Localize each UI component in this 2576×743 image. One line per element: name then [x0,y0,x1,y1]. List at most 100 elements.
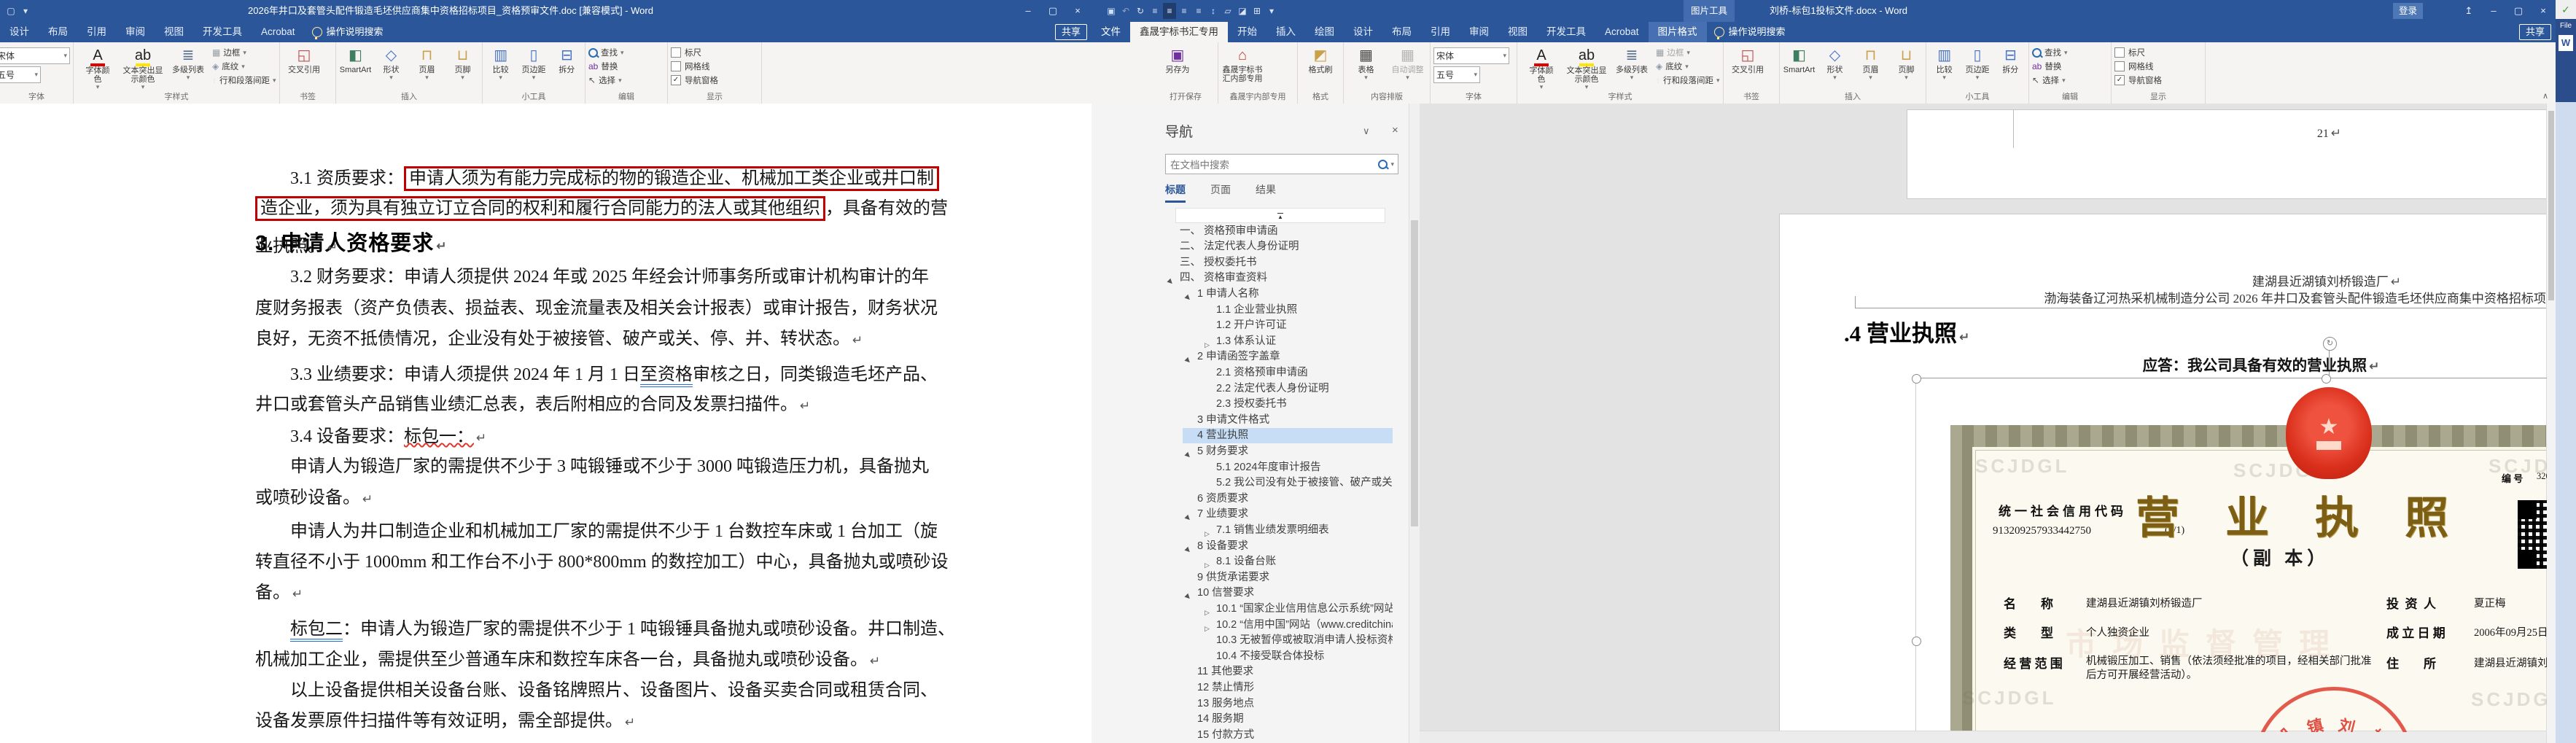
tab-文件[interactable]: 文件 [1092,22,1130,42]
button-拆分[interactable]: ⊟ 拆分 [1996,45,2026,74]
chevron-down-icon[interactable]: ∨ [1363,125,1370,137]
minimize-button[interactable]: – [1016,0,1040,22]
tab-引用[interactable]: 引用 [77,22,116,42]
button-交叉引用[interactable]: ◱ 交叉引用 [283,45,325,74]
nav-item[interactable]: ▶ 5 财务要求 [1165,444,1393,459]
handle-top-center[interactable] [2322,374,2331,384]
menu-icon[interactable]: ▾ [19,3,32,19]
nav-item[interactable]: 1.1 企业营业执照 [1165,303,1393,318]
tell-me-search[interactable]: 操作说明搜索 [305,22,391,42]
nav-item[interactable]: 一、 资格预审申请函 [1165,224,1393,239]
nav-item[interactable]: ▷ 8.1 设备台账 [1165,554,1393,569]
format-icon[interactable]: ◪ [1236,3,1249,19]
tab-开发工具[interactable]: 开发工具 [193,22,252,42]
button-表格[interactable]: ▦ 表格 ▾ [1347,45,1385,81]
rotate-handle[interactable]: ↻ [2323,337,2337,351]
tab-插入[interactable]: 插入 [1266,22,1305,42]
background-app-strip[interactable]: ✓ File W [2556,0,2576,743]
expand-triangle-icon[interactable]: ▷ [1205,558,1210,569]
nav-search-input[interactable]: 在文档中搜索 ▾ [1165,154,1398,174]
nav-item[interactable]: 5.2 我公司没有处于被接管、破产或关、停、… [1165,475,1393,491]
tab-绘图[interactable]: 绘图 [1305,22,1344,42]
save-icon[interactable]: ▣ [1105,3,1118,19]
redo-icon[interactable]: ↻ [1134,3,1147,19]
font-size-select[interactable]: 五号 ▾ [1433,66,1480,83]
expand-triangle-icon[interactable]: ▷ [1205,605,1210,617]
button-页眉[interactable]: ⊓ 页眉 ▾ [410,45,443,81]
nav-item[interactable]: ▶ 7 业绩要求 [1165,507,1393,522]
tab-图片格式[interactable]: 图片格式 [1648,22,1707,42]
nav-item[interactable]: ▷ 10.1 “国家企业信用信息公示系统”网站（ww… [1165,602,1393,617]
button-底纹[interactable]: ◈ 底纹 ▾ [212,61,276,72]
edit-icon[interactable]: ▱ [1221,3,1234,19]
button-多级列表[interactable]: ≣ 多级列表 ▾ [1611,45,1653,81]
button-形状[interactable]: ◇ 形状 ▾ [1818,45,1851,81]
button-边框[interactable]: ▦ 边框 ▾ [1656,47,1720,58]
tab-设计[interactable]: 设计 [0,22,39,42]
checkbox-网格线[interactable]: 网格线 [671,61,718,72]
button-查找[interactable]: 查找 ▾ [588,47,624,58]
button-字体颜色[interactable]: A 字体颜 色 ▾ [77,45,119,90]
tab-视图[interactable]: 视图 [155,22,193,42]
expand-triangle-icon[interactable]: ▷ [1205,526,1210,538]
font-size-select[interactable]: 五号 ▾ [0,66,41,83]
undo-icon[interactable]: ↶ [1119,3,1132,19]
tab-Acrobat[interactable]: Acrobat [252,22,305,42]
document-page-22[interactable]: 建湖县近湖镇刘桥锻造厂 ↵ 渤海装备辽河热采机械制造分公司 2026 年井口及套管头… [1779,214,2547,733]
nav-item[interactable]: 10.4 不接受联合体投标 [1165,649,1393,664]
nav-tab-页面[interactable]: 页面 [1210,182,1231,203]
right-doc-scrollbar[interactable] [2546,104,2556,743]
nav-item[interactable]: ▷ 1.3 体系认证 [1165,334,1393,349]
align-right-icon[interactable]: ≡ [1178,3,1191,19]
nav-item[interactable]: 12 禁止情形 [1165,680,1393,696]
nav-item[interactable]: 15 付款方式 [1165,728,1393,743]
minimize-button[interactable]: – [2481,0,2506,22]
collapse-triangle-icon[interactable]: ▶ [1181,511,1196,523]
button-拆分[interactable]: ⊟ 拆分 [552,45,582,74]
checkbox-网格线[interactable]: 网格线 [2114,61,2162,72]
nav-scrollbar[interactable] [1409,104,1420,743]
collapse-triangle-icon[interactable]: ▶ [1181,291,1196,302]
collapse-triangle-icon[interactable]: ▶ [1181,590,1196,602]
button-替换[interactable]: ab 替换 [588,61,624,72]
nav-item[interactable]: ▶ 四、 资格审查资料 [1165,271,1393,286]
restore-button[interactable]: ▢ [1040,0,1065,22]
button-行和段落间距[interactable]: ↕ 行和段落间距 ▾ [212,74,276,86]
share-button[interactable]: 共享 [1054,24,1087,40]
button-字体颜色[interactable]: A 字体颜 色 ▾ [1520,45,1563,90]
nav-item[interactable]: 13 服务地点 [1165,696,1393,712]
left-document-page[interactable]: 3. 申请人资格要求 ↵ 3.1 资质要求： 申请人须为有能力完成标的物的锻造企业、… [0,104,1092,743]
button-比较[interactable]: ▥ 比较 ▾ [1929,45,1959,81]
nav-item[interactable]: 2.1 资格预审申请函 [1165,365,1393,381]
qat-menu-icon[interactable]: ▾ [1265,3,1278,19]
collapse-ribbon-icon[interactable]: ∧ [2542,91,2548,101]
nav-tab-结果[interactable]: 结果 [1256,182,1276,203]
button-另存为[interactable]: ▣ 另存为 [1156,45,1199,74]
nav-item[interactable]: 4 营业执照 [1183,428,1393,444]
tab-布局[interactable]: 布局 [39,22,77,42]
button-替换[interactable]: ab 替换 [2032,61,2068,72]
table-frame-icon[interactable]: ⊞ [1250,3,1264,19]
checkbox-导航窗格[interactable]: ✓ 导航窗格 [671,74,718,86]
handle-top-left[interactable] [1912,374,1921,384]
tab-布局[interactable]: 布局 [1382,22,1421,42]
button-页边距[interactable]: ▯ 页边距 ▾ [518,45,548,81]
tab-引用[interactable]: 引用 [1421,22,1460,42]
nav-item[interactable]: 二、 法定代表人身份证明 [1165,239,1393,254]
nav-item-blank[interactable]: ▲ [1175,208,1385,223]
button-底纹[interactable]: ◈ 底纹 ▾ [1656,61,1720,72]
collapse-triangle-icon[interactable]: ▶ [1181,542,1196,554]
button-边框[interactable]: ▦ 边框 ▾ [212,47,276,58]
nav-item[interactable]: 11 其他要求 [1165,664,1393,680]
align-center-icon[interactable]: ≡ [1163,3,1176,19]
nav-item[interactable]: ▶ 8 设备要求 [1165,539,1393,554]
close-icon[interactable]: × [1392,124,1398,136]
font-name-select[interactable]: 宋体 ▾ [1433,47,1509,64]
ribbon-options-icon[interactable]: ↥ [2456,0,2481,22]
expand-triangle-icon[interactable]: ▷ [1205,621,1210,633]
button-SmartArt[interactable]: ◧ SmartArt [1783,45,1816,74]
button-选择[interactable]: ↖ 选择 ▾ [588,74,624,86]
button-行和段落间距[interactable]: ↕ 行和段落间距 ▾ [1656,74,1720,86]
button-比较[interactable]: ▥ 比较 ▾ [486,45,515,81]
nav-item[interactable]: 3 申请文件格式 [1165,413,1393,428]
